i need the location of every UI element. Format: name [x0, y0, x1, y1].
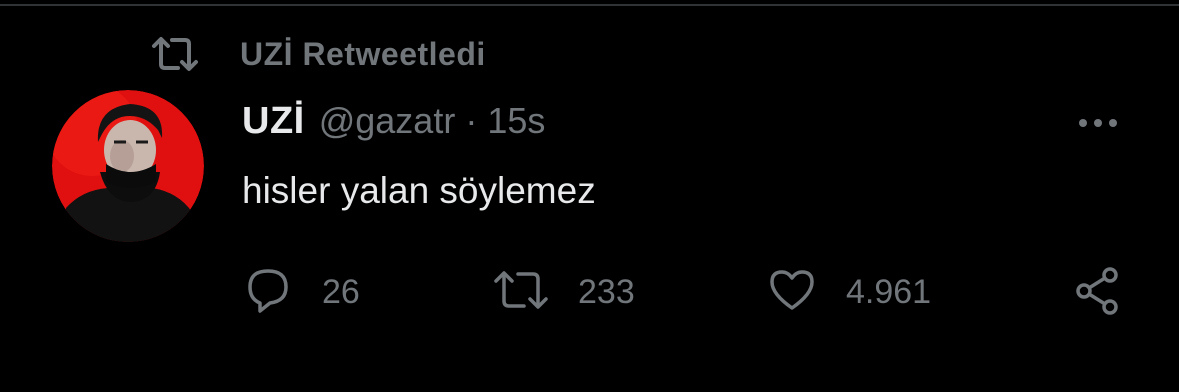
like-button[interactable]: 4.961 [766, 262, 931, 322]
retweet-context[interactable]: UZİ Retweetledi [150, 30, 486, 78]
more-options-icon [1078, 115, 1118, 133]
retweet-button[interactable]: 233 [492, 262, 635, 322]
retweet-context-label: UZİ Retweetledi [240, 35, 486, 72]
reply-count: 26 [322, 272, 360, 311]
tweet-text: hisler yalan söylemez [242, 170, 596, 211]
reply-icon [240, 265, 294, 320]
timestamp[interactable]: 15s [487, 100, 545, 142]
like-count: 4.961 [846, 272, 932, 311]
heart-icon [766, 266, 818, 319]
tweet-header: UZİ @gazatr · 15s [242, 100, 545, 152]
more-options-button[interactable] [1068, 104, 1128, 144]
display-name[interactable]: UZİ [242, 100, 305, 143]
reply-button[interactable]: 26 [240, 262, 360, 322]
retweet-icon [492, 267, 550, 318]
share-button[interactable] [1072, 262, 1124, 322]
share-icon [1072, 265, 1124, 320]
retweet-icon [150, 34, 202, 74]
user-handle[interactable]: @gazatr [319, 100, 456, 142]
action-bar: 26 233 4.961 [0, 262, 1179, 322]
avatar[interactable] [52, 90, 204, 242]
top-divider [0, 4, 1179, 6]
separator-dot: · [465, 100, 478, 141]
retweet-count: 233 [578, 272, 635, 311]
